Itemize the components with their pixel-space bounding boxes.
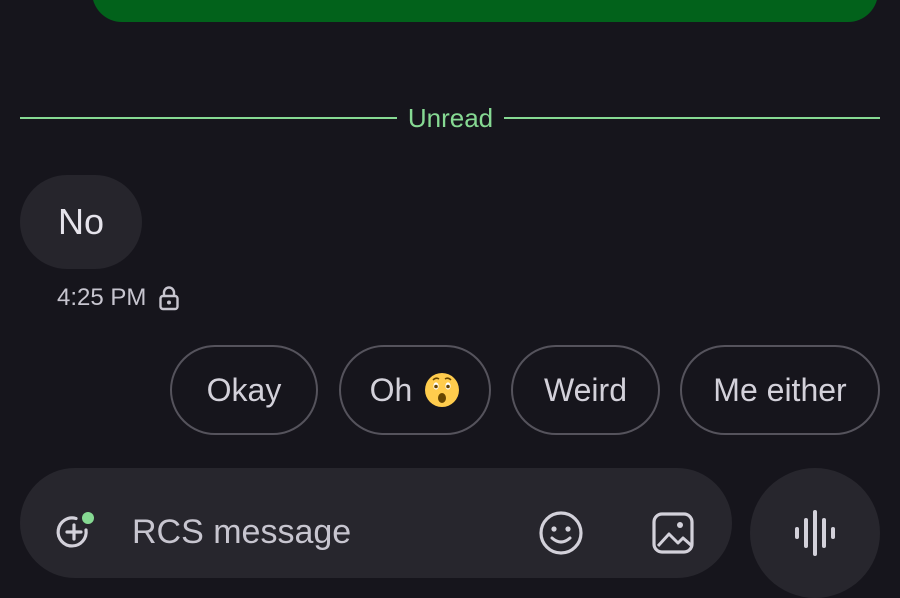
voice-message-button[interactable]: [750, 468, 880, 598]
voice-message-icon: [790, 508, 840, 558]
received-message-text: No: [57, 201, 105, 242]
astonished-face-emoji-icon: [424, 372, 460, 408]
divider-line-right: [504, 117, 880, 119]
gallery-icon[interactable]: [650, 510, 696, 556]
message-meta: 4:25 PM: [57, 282, 180, 314]
smart-reply-oh[interactable]: Oh: [339, 345, 491, 435]
smart-reply-weird[interactable]: Weird: [511, 345, 660, 435]
message-composer: [20, 468, 732, 578]
smart-reply-me-either[interactable]: Me either: [680, 345, 880, 435]
smart-reply-label: Weird: [544, 371, 627, 408]
add-content-icon[interactable]: [50, 508, 98, 556]
smart-reply-label: Oh: [369, 371, 413, 408]
emoji-icon[interactable]: [536, 508, 586, 558]
smart-reply-label: Me either: [713, 371, 847, 408]
unread-label: Unread: [407, 103, 494, 133]
sent-message-bubble[interactable]: [92, 0, 878, 22]
received-message-bubble[interactable]: No: [20, 175, 142, 269]
lock-icon: [158, 285, 180, 311]
smart-reply-okay[interactable]: Okay: [170, 345, 318, 435]
divider-line-left: [20, 117, 397, 119]
message-input[interactable]: [132, 510, 512, 554]
smart-reply-label: Okay: [206, 371, 282, 408]
unread-divider: Unread: [0, 100, 900, 136]
message-timestamp: 4:25 PM: [57, 284, 147, 311]
